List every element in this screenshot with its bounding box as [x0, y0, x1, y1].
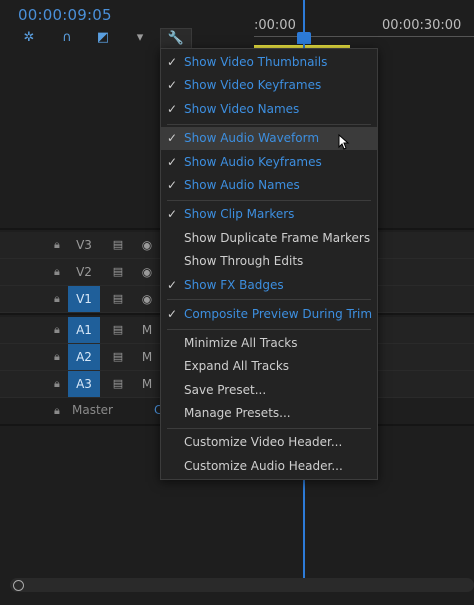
- mute-button[interactable]: M: [139, 317, 155, 343]
- menu-separator: [167, 299, 371, 300]
- menu-item-show-clip-markers[interactable]: ✓ Show Clip Markers: [161, 203, 377, 226]
- magnet-icon[interactable]: ∩: [58, 30, 76, 46]
- master-track-label: Master: [72, 403, 113, 417]
- film-icon[interactable]: ▤: [110, 344, 126, 370]
- checkmark-icon: ✓: [166, 155, 178, 169]
- snap-icon[interactable]: ✲: [20, 30, 38, 46]
- menu-item-customize-audio-header[interactable]: Customize Audio Header...: [161, 455, 377, 478]
- checkmark-icon: ✓: [166, 207, 178, 221]
- eye-icon[interactable]: ◉: [139, 259, 155, 285]
- mouse-cursor-icon: [338, 134, 350, 150]
- film-icon[interactable]: ▤: [110, 371, 126, 397]
- ruler-label-30s: 00:00:30:00: [382, 18, 462, 33]
- menu-item-expand-all-tracks[interactable]: Expand All Tracks: [161, 355, 377, 378]
- linked-selection-icon[interactable]: ◩: [94, 30, 112, 46]
- menu-item-manage-presets[interactable]: Manage Presets...: [161, 402, 377, 425]
- menu-item-composite-preview-during-trim[interactable]: ✓ Composite Preview During Trim: [161, 303, 377, 326]
- mute-button[interactable]: M: [139, 344, 155, 370]
- film-icon[interactable]: ▤: [110, 232, 126, 258]
- time-ruler[interactable]: [254, 36, 474, 37]
- track-label-v1[interactable]: V1: [68, 286, 100, 312]
- checkmark-icon: ✓: [166, 131, 178, 145]
- menu-item-show-audio-keyframes[interactable]: ✓ Show Audio Keyframes: [161, 151, 377, 174]
- checkmark-icon: ✓: [166, 55, 178, 69]
- checkmark-icon: ✓: [166, 102, 178, 116]
- menu-item-minimize-all-tracks[interactable]: Minimize All Tracks: [161, 332, 377, 355]
- menu-item-save-preset[interactable]: Save Preset...: [161, 379, 377, 402]
- track-label-a1[interactable]: A1: [68, 317, 100, 343]
- lock-icon[interactable]: 🔒︎: [54, 404, 66, 418]
- timecode-display[interactable]: 00:00:09:05: [18, 6, 112, 24]
- lock-icon[interactable]: 🔒︎: [54, 350, 66, 364]
- ruler-label-start: :00:00: [254, 18, 296, 33]
- checkmark-icon: ✓: [166, 307, 178, 321]
- menu-item-show-fx-badges[interactable]: ✓ Show FX Badges: [161, 274, 377, 297]
- checkmark-icon: ✓: [166, 78, 178, 92]
- track-label-a2[interactable]: A2: [68, 344, 100, 370]
- lock-icon[interactable]: 🔒︎: [54, 323, 66, 337]
- film-icon[interactable]: ▤: [110, 317, 126, 343]
- add-marker-icon[interactable]: ▾: [131, 30, 149, 46]
- menu-separator: [167, 200, 371, 201]
- track-label-a3[interactable]: A3: [68, 371, 100, 397]
- film-icon[interactable]: ▤: [110, 286, 126, 312]
- eye-icon[interactable]: ◉: [139, 286, 155, 312]
- menu-item-show-through-edits[interactable]: Show Through Edits: [161, 250, 377, 273]
- lock-icon[interactable]: 🔒︎: [54, 238, 66, 252]
- timeline-display-settings-menu: ✓ Show Video Thumbnails ✓ Show Video Key…: [160, 48, 378, 480]
- menu-item-customize-video-header[interactable]: Customize Video Header...: [161, 431, 377, 454]
- horizontal-scrollbar[interactable]: [10, 578, 474, 592]
- menu-item-show-duplicate-frame-markers[interactable]: Show Duplicate Frame Markers: [161, 227, 377, 250]
- track-label-v2[interactable]: V2: [68, 259, 100, 285]
- menu-item-show-video-keyframes[interactable]: ✓ Show Video Keyframes: [161, 74, 377, 97]
- film-icon[interactable]: ▤: [110, 259, 126, 285]
- wrench-icon[interactable]: 🔧: [160, 28, 192, 50]
- menu-item-show-video-thumbnails[interactable]: ✓ Show Video Thumbnails: [161, 51, 377, 74]
- eye-icon[interactable]: ◉: [139, 232, 155, 258]
- menu-separator: [167, 124, 371, 125]
- menu-separator: [167, 428, 371, 429]
- menu-item-show-video-names[interactable]: ✓ Show Video Names: [161, 98, 377, 121]
- checkmark-icon: ✓: [166, 178, 178, 192]
- lock-icon[interactable]: 🔒︎: [54, 265, 66, 279]
- menu-separator: [167, 329, 371, 330]
- track-label-v3[interactable]: V3: [68, 232, 100, 258]
- playhead-handle[interactable]: [297, 32, 311, 44]
- mute-button[interactable]: M: [139, 371, 155, 397]
- zoom-handle[interactable]: [13, 580, 24, 591]
- checkmark-icon: ✓: [166, 278, 178, 292]
- lock-icon[interactable]: 🔒︎: [54, 292, 66, 306]
- menu-item-show-audio-names[interactable]: ✓ Show Audio Names: [161, 174, 377, 197]
- lock-icon[interactable]: 🔒︎: [54, 377, 66, 391]
